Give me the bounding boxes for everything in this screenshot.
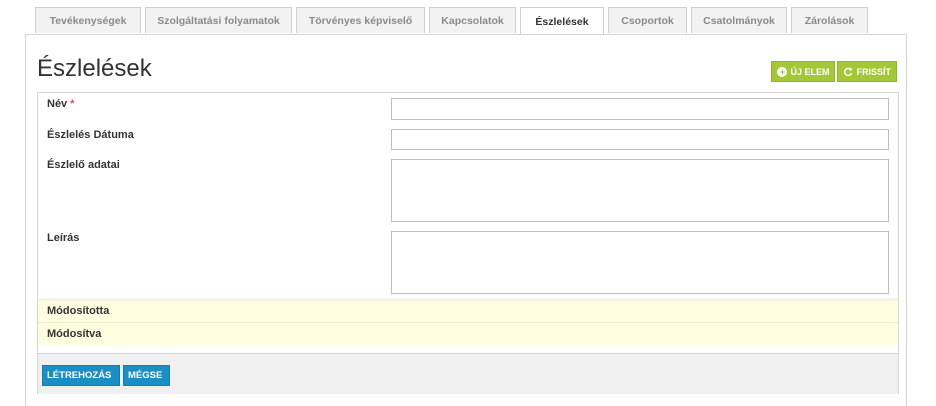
name-label: Név * [47, 98, 75, 110]
create-button[interactable]: LÉTREHOZÁS [42, 365, 120, 386]
required-mark: * [70, 98, 75, 110]
page-title: Észlelések [37, 55, 152, 82]
form-footer: LÉTREHOZÁS MÉGSE [38, 353, 898, 394]
tab-bar: Tevékenységek Szolgáltatási folyamatok T… [35, 7, 868, 35]
name-input[interactable] [391, 98, 889, 120]
cancel-button[interactable]: MÉGSE [123, 365, 170, 386]
modified-by-label: Módosította [47, 305, 110, 317]
modified-at-row: Módosítva [38, 322, 898, 345]
tab-kapcsolatok[interactable]: Kapcsolatok [429, 7, 516, 33]
description-textarea[interactable] [391, 231, 889, 294]
new-item-button[interactable]: + ÚJ ELEM [771, 61, 836, 82]
modified-at-label: Módosítva [47, 328, 102, 340]
toolbar: + ÚJ ELEM FRISSÍT [771, 61, 897, 82]
content-panel: Észlelések + ÚJ ELEM FRISSÍT Név * Észle… [25, 34, 907, 406]
observer-textarea[interactable] [391, 159, 889, 222]
tab-csoportok[interactable]: Csoportok [608, 7, 687, 33]
modified-by-row: Módosította [38, 299, 898, 322]
date-input[interactable] [391, 129, 889, 150]
plus-circle-icon: + [777, 66, 788, 77]
observer-label: Észlelő adatai [47, 159, 120, 171]
tab-zarolasok[interactable]: Zárolások [791, 7, 868, 33]
refresh-label: FRISSÍT [856, 66, 891, 77]
date-label: Észlelés Dátuma [47, 129, 134, 141]
observation-form: Név * Észlelés Dátuma Észlelő adatai Leí… [37, 92, 899, 394]
tab-szolgaltatasi-folyamatok[interactable]: Szolgáltatási folyamatok [145, 7, 292, 33]
tab-tevekenysegek[interactable]: Tevékenységek [35, 7, 141, 33]
refresh-icon [843, 67, 853, 77]
description-label: Leírás [47, 232, 80, 244]
new-item-label: ÚJ ELEM [790, 66, 830, 77]
tab-torvenyes-kepviselo[interactable]: Törvényes képviselő [296, 7, 425, 33]
tab-eszlelesek[interactable]: Észlelések [520, 7, 604, 35]
tab-csatolmanyok[interactable]: Csatolmányok [691, 7, 787, 33]
refresh-button[interactable]: FRISSÍT [837, 61, 897, 82]
